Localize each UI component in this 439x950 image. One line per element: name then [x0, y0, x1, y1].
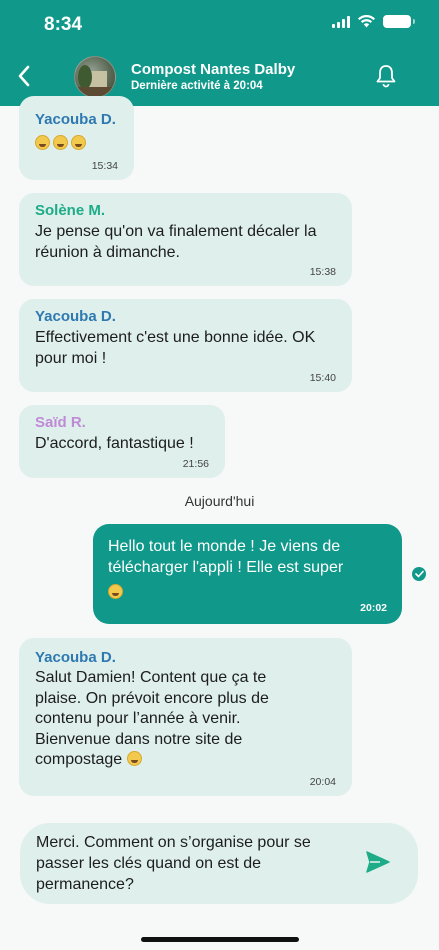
- bell-icon: [376, 65, 396, 88]
- status-time: 8:34: [44, 14, 83, 35]
- message-text: D'accord, fantastique !: [35, 435, 194, 452]
- send-icon: [366, 851, 390, 873]
- send-button[interactable]: [366, 851, 392, 875]
- day-separator: Aujourd'hui: [184, 493, 255, 509]
- message-text: Salut Damien! Content que ça te plaise. …: [35, 668, 310, 771]
- chat-title[interactable]: Compost Nantes Dalby: [131, 61, 295, 78]
- back-button[interactable]: [12, 62, 36, 90]
- message-bubble[interactable]: Yacouba D. Salut Damien! Content que ça …: [19, 638, 352, 796]
- own-message-bubble[interactable]: Hello tout le monde ! Je viens de téléch…: [93, 524, 402, 624]
- message-time: 15:40: [309, 372, 336, 384]
- laughing-emoji-icon: [53, 135, 68, 150]
- smile-emoji-icon: [126, 751, 142, 766]
- signal-icon: [332, 15, 350, 28]
- message-bubble[interactable]: Yacouba D. Effectivement c'est une bonne…: [19, 299, 352, 392]
- message-text: Hello tout le monde ! Je viens de téléch…: [108, 536, 378, 603]
- message-composer: [20, 823, 418, 904]
- message-text: Effectivement c'est une bonne idée. OK p…: [35, 329, 316, 367]
- message-text-content: Hello tout le monde ! Je viens de téléch…: [108, 538, 344, 576]
- delivered-check-icon: [412, 567, 426, 581]
- status-icons: [332, 15, 415, 28]
- message-bubble[interactable]: Solène M. Je pense qu'on va finalement d…: [19, 193, 352, 286]
- message-time: 21:56: [182, 458, 209, 470]
- message-bubble[interactable]: Saïd R. D'accord, fantastique ! 21:56: [19, 405, 225, 478]
- wifi-icon: [358, 15, 375, 28]
- message-time: 15:38: [309, 266, 336, 278]
- message-time: 20:04: [309, 776, 336, 788]
- notifications-button[interactable]: [375, 64, 399, 90]
- message-emojis: [35, 133, 118, 154]
- battery-icon: [383, 15, 415, 28]
- laughing-emoji-icon: [71, 135, 86, 150]
- message-time: 20:02: [360, 602, 387, 614]
- home-indicator: [141, 937, 299, 942]
- last-activity: Dernière activité à 20:04: [131, 80, 263, 92]
- group-avatar[interactable]: [74, 56, 116, 98]
- message-text-content: Salut Damien! Content que ça te plaise. …: [35, 669, 269, 768]
- message-text: Je pense qu'on va finalement décaler la …: [35, 223, 317, 261]
- message-time: 15:34: [91, 160, 118, 172]
- message-sender: Yacouba D.: [35, 649, 116, 666]
- message-sender: Yacouba D.: [35, 111, 116, 128]
- back-arrow-icon: [18, 65, 30, 87]
- message-sender: Saïd R.: [35, 414, 86, 431]
- message-input[interactable]: [36, 832, 356, 898]
- status-bar: 8:34: [0, 0, 439, 50]
- laughing-emoji-icon: [35, 135, 50, 150]
- message-sender: Yacouba D.: [35, 308, 116, 325]
- message-sender: Solène M.: [35, 202, 106, 219]
- message-bubble[interactable]: Yacouba D. 15:34: [19, 96, 134, 180]
- smile-emoji-icon: [108, 584, 123, 599]
- app-header: 8:34 Compost Nantes Dalby Dernière activ…: [0, 0, 439, 106]
